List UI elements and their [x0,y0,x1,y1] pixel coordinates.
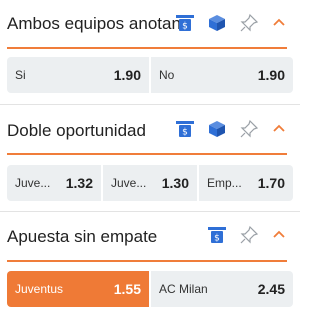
selection-juventus-or-draw[interactable]: Juve... 1.32 [7,165,101,201]
selection-odd: 1.90 [257,67,285,83]
header-accent-line [7,153,287,155]
selection-odd: 1.30 [161,175,189,191]
svg-text:$: $ [182,128,188,138]
market-title: Doble oportunidad [7,121,146,140]
stats-cube-icon[interactable] [206,118,228,140]
selection-label: Emp... [207,176,242,190]
selection-label: AC Milan [159,282,208,296]
odds-row: Si 1.90 No 1.90 [7,57,293,93]
stats-cube-icon[interactable] [206,12,228,34]
market-header[interactable]: Doble oportunidad $ [0,105,300,155]
selection-label: Juve... [111,176,147,190]
pin-icon[interactable] [238,12,260,34]
odds-row: Juventus 1.55 AC Milan 2.45 [7,271,293,307]
bet-builder-icon[interactable]: $ [206,224,228,246]
market-header[interactable]: Apuesta sin empate $ [0,212,300,262]
market-doble-oportunidad: Doble oportunidad $ Juve... 1.32 Juve...… [0,105,300,212]
svg-text:$: $ [182,22,188,32]
selection-juventus[interactable]: Juventus 1.55 [7,271,149,307]
selection-si[interactable]: Si 1.90 [7,57,149,93]
market-header[interactable]: Ambos equipos anotan $ [0,0,300,49]
selection-no[interactable]: No 1.90 [149,57,293,93]
selection-odd: 1.32 [65,175,93,191]
selection-label: Juventus [15,282,64,296]
bet-builder-icon[interactable]: $ [174,12,196,34]
selection-odd: 2.45 [257,281,285,297]
odds-row: Juve... 1.32 Juve... 1.30 Emp... 1.70 [7,165,293,201]
selection-ac-milan[interactable]: AC Milan 2.45 [149,271,293,307]
pin-icon[interactable] [238,118,260,140]
selection-label: No [159,68,175,82]
svg-text:$: $ [214,234,220,244]
pin-icon[interactable] [238,224,260,246]
chevron-up-icon[interactable] [272,16,286,30]
selection-label: Juve... [15,176,51,190]
market-apuesta-sin-empate: Apuesta sin empate $ Juventus 1.55 AC Mi… [0,212,300,317]
selection-label: Si [15,68,26,82]
selection-draw-or-milan[interactable]: Emp... 1.70 [197,165,293,201]
market-title: Ambos equipos anotan [7,14,181,33]
bet-builder-icon[interactable]: $ [174,118,196,140]
chevron-up-icon[interactable] [272,122,286,136]
selection-odd: 1.70 [257,175,285,191]
market-ambos-equipos-anotan: Ambos equipos anotan $ Si 1.90 No 1.90 [0,0,300,105]
header-accent-line [7,47,287,49]
chevron-up-icon[interactable] [272,228,286,242]
selection-odd: 1.90 [113,67,141,83]
market-title: Apuesta sin empate [7,227,158,246]
selection-juventus-or-milan[interactable]: Juve... 1.30 [101,165,197,201]
selection-odd: 1.55 [113,281,141,297]
header-accent-line [7,260,287,262]
